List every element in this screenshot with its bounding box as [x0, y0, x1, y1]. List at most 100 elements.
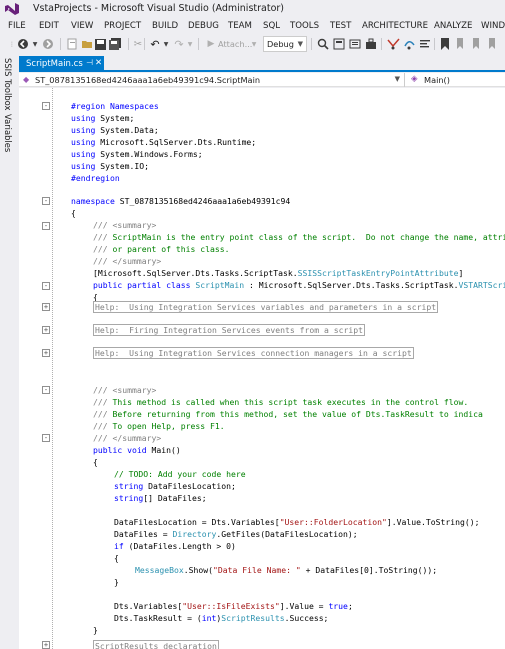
chevron-down-icon: ▼	[297, 40, 303, 48]
menu-test[interactable]: TEST	[330, 21, 351, 31]
collapsed-region[interactable]: ScriptResults declaration	[93, 640, 219, 649]
method-icon: ◈	[411, 74, 418, 84]
menu-project[interactable]: PROJECT	[104, 21, 141, 31]
standard-toolbar: ⋮ ▼ ✂ ↶ ▼ ↷ ▼ ▶ Attach... ▼	[0, 34, 505, 54]
menu-window[interactable]: WINDOW	[481, 21, 505, 31]
collapsed-region[interactable]: Help: Firing Integration Services events…	[93, 324, 366, 336]
collapsed-region[interactable]: Help: Using Integration Services variabl…	[93, 301, 439, 313]
forward-icon[interactable]	[41, 37, 55, 51]
member-name: Main()	[424, 75, 450, 85]
side-tool-panel: SSIS Toolbox Variables	[0, 56, 19, 649]
code-line: if (DataFiles.Length > 0)	[114, 541, 236, 551]
redo-dropdown-icon[interactable]: ▼	[186, 37, 194, 51]
code-line: /// <summary>	[93, 220, 157, 230]
undo-icon[interactable]: ↶	[148, 37, 162, 51]
clear-bookmarks-icon[interactable]	[486, 37, 500, 51]
close-icon[interactable]: ✕	[95, 58, 102, 68]
code-line: /// </summary>	[93, 256, 162, 266]
variables-tab[interactable]: Variables	[3, 114, 13, 152]
step-over-icon[interactable]	[402, 37, 416, 51]
document-tab-strip: ScriptMain.cs ⊣ ✕	[19, 56, 505, 72]
code-line: public partial class ScriptMain : Micros…	[93, 280, 505, 290]
start-icon[interactable]: ▶	[205, 37, 217, 51]
bookmark-icon[interactable]	[438, 37, 452, 51]
redo-icon[interactable]: ↷	[172, 37, 186, 51]
solution-configuration-dropdown[interactable]: Debug ▼	[263, 36, 307, 52]
prev-bookmark-icon[interactable]	[454, 37, 468, 51]
step-into-icon[interactable]	[386, 37, 400, 51]
menu-edit[interactable]: EDIT	[39, 21, 59, 31]
back-dropdown-icon[interactable]: ▼	[31, 37, 39, 51]
toolbox-icon[interactable]	[364, 37, 378, 51]
menu-bar: FILE EDIT VIEW PROJECT BUILD DEBUG TEAM …	[0, 18, 505, 34]
code-line: [Microsoft.SqlServer.Dts.Tasks.ScriptTas…	[93, 268, 464, 278]
toolbar-separator	[60, 38, 61, 50]
code-line: using Microsoft.SqlServer.Dts.Runtime;	[71, 137, 257, 147]
open-icon[interactable]	[80, 37, 93, 51]
pin-icon[interactable]: ⊣	[86, 58, 93, 67]
member-dropdown[interactable]: ◈ Main()	[406, 73, 505, 87]
next-bookmark-icon[interactable]	[470, 37, 484, 51]
menu-analyze[interactable]: ANALYZE	[434, 21, 472, 31]
new-project-icon[interactable]	[66, 37, 79, 51]
menu-debug[interactable]: DEBUG	[188, 21, 219, 31]
code-line: /// To open Help, press F1.	[93, 421, 225, 431]
collapse-icon[interactable]: -	[42, 386, 50, 394]
class-icon: ◆	[23, 75, 30, 84]
code-line: Dts.TaskResult = (int)ScriptResults.Succ…	[114, 613, 329, 623]
code-line: #region Namespaces	[71, 101, 159, 111]
code-line: DataFilesLocation = Dts.Variables["User:…	[114, 517, 480, 527]
collapse-icon[interactable]: -	[42, 282, 50, 290]
back-icon[interactable]	[16, 37, 30, 51]
navigation-bar: ◆ ST_0878135168ed4246aaa1a6eb49391c94.Sc…	[19, 73, 505, 87]
class-dropdown[interactable]: ◆ ST_0878135168ed4246aaa1a6eb49391c94.Sc…	[19, 73, 405, 87]
visual-studio-logo-icon	[4, 2, 20, 16]
title-bar: VstaProjects - Microsoft Visual Studio (…	[0, 0, 505, 18]
menu-build[interactable]: BUILD	[152, 21, 178, 31]
undo-dropdown-icon[interactable]: ▼	[162, 37, 170, 51]
code-line: string DataFilesLocation;	[114, 481, 236, 491]
attach-button[interactable]: Attach...	[218, 39, 252, 49]
collapse-icon[interactable]: -	[42, 197, 50, 205]
expand-icon[interactable]: +	[42, 349, 50, 357]
expand-icon[interactable]: +	[42, 641, 50, 649]
code-line: /// <summary>	[93, 385, 157, 395]
toolbar-separator	[198, 38, 199, 50]
collapsed-region[interactable]: Help: Using Integration Services connect…	[93, 347, 414, 359]
find-icon[interactable]	[316, 37, 330, 51]
code-line: Dts.Variables["User::IsFileExists"].Valu…	[114, 601, 353, 611]
outline-margin	[52, 88, 53, 649]
menu-file[interactable]: FILE	[8, 21, 26, 31]
menu-tools[interactable]: TOOLS	[290, 21, 319, 31]
menu-team[interactable]: TEAM	[228, 21, 252, 31]
expand-icon[interactable]: +	[42, 326, 50, 334]
class-name: ST_0878135168ed4246aaa1a6eb49391c94.Scri…	[35, 75, 261, 85]
ssis-toolbox-tab[interactable]: SSIS Toolbox	[3, 58, 13, 110]
properties-icon[interactable]	[348, 37, 362, 51]
comment-icon[interactable]	[418, 37, 432, 51]
expand-icon[interactable]: +	[42, 303, 50, 311]
attach-dropdown-icon[interactable]: ▼	[250, 37, 258, 51]
collapse-icon[interactable]: -	[42, 434, 50, 442]
code-line: MessageBox.Show("Data File Name: " + Dat…	[135, 565, 438, 575]
solution-explorer-icon[interactable]	[332, 37, 346, 51]
toolbar-separator	[434, 38, 435, 50]
code-line: {	[71, 208, 76, 218]
tab-scriptmain-cs[interactable]: ScriptMain.cs ⊣ ✕	[19, 56, 104, 72]
code-line: DataFiles = Directory.GetFiles(DataFiles…	[114, 529, 358, 539]
code-line: /// ScriptMain is the entry point class …	[93, 232, 505, 242]
menu-architecture[interactable]: ARCHITECTURE	[362, 21, 428, 31]
toolbar-separator	[128, 38, 129, 50]
code-editor[interactable]: - - - - + + + - - + #region Namespaces u…	[19, 88, 505, 649]
collapse-icon[interactable]: -	[42, 222, 50, 230]
code-line: }	[114, 577, 119, 587]
toolbar-separator	[144, 38, 145, 50]
cut-icon[interactable]: ✂	[132, 37, 144, 51]
code-line: /// This method is called when this scri…	[93, 397, 469, 407]
code-line: using System.IO;	[71, 161, 149, 171]
save-icon[interactable]	[94, 37, 107, 51]
menu-view[interactable]: VIEW	[71, 21, 93, 31]
collapse-icon[interactable]: -	[42, 102, 50, 110]
save-all-icon[interactable]	[108, 37, 122, 51]
menu-sql[interactable]: SQL	[263, 21, 280, 31]
